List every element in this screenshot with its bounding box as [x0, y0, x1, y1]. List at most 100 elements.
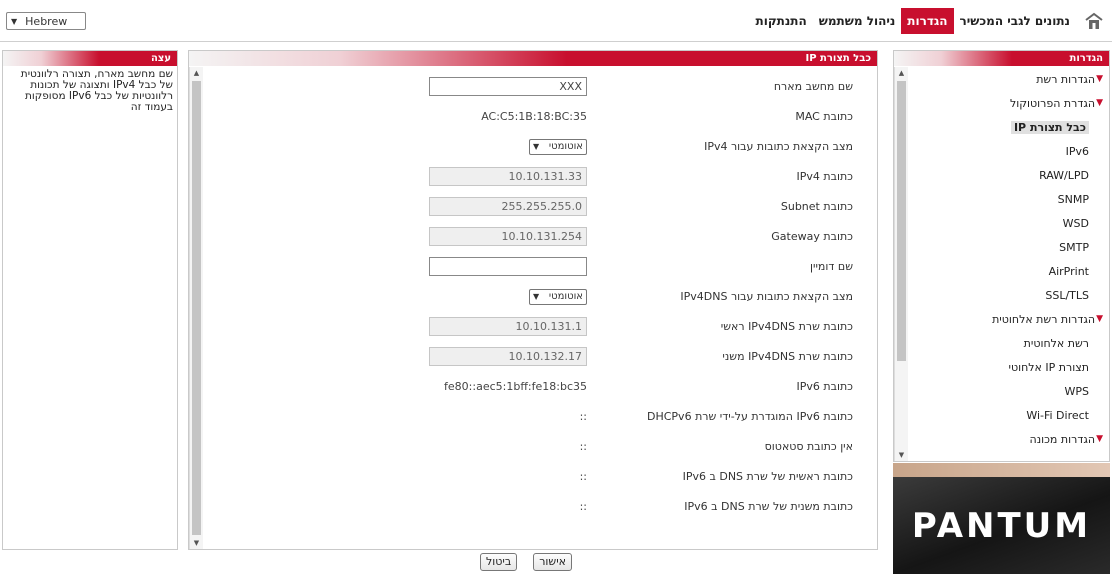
form-row: שם דומיין	[203, 255, 877, 279]
field-label: כתובת ראשית של שרת DNS ב IPv6	[682, 470, 853, 483]
select-value: אוטומטי	[548, 141, 583, 152]
sidebar-item[interactable]: רשת אלחוטית	[912, 331, 1109, 355]
sidebar-item-label: Wi-Fi Direct	[1026, 408, 1089, 422]
field-label: כתובת IPv6 המוגדרת על-ידי שרת DHCPv6	[647, 410, 853, 423]
scrollbar-thumb[interactable]	[897, 81, 906, 361]
chevron-down-icon: ▼	[533, 292, 540, 301]
sidebar-item[interactable]: ▼ הגדרות רשת	[912, 67, 1109, 91]
sidebar-item-label: רשת אלחוטית	[1023, 336, 1089, 350]
field-label: כתובת שרת IPv4DNS ראשי	[720, 320, 853, 333]
readonly-field: 10.10.131.254	[429, 227, 587, 246]
field-label: כתובת IPv6	[796, 380, 853, 393]
sidebar-item[interactable]: Wi-Fi Direct	[912, 403, 1109, 427]
sidebar-item[interactable]: SNMP	[912, 187, 1109, 211]
page-title: כבל תצורת IP	[805, 53, 871, 64]
sidebar-item[interactable]: ▼ הגדרות מכונה	[912, 427, 1109, 451]
field-value: ::	[579, 410, 587, 423]
sidebar-item-label: SMTP	[1059, 240, 1089, 254]
form-row: כתובת Subnet 255.255.255.0	[203, 195, 877, 219]
sidebar-item[interactable]: AirPrint	[912, 259, 1109, 283]
ip-config-panel: כבל תצורת IP ▲ ▼ שם מחשב מארח XXX כתובת MA…	[188, 50, 878, 550]
tab-logout[interactable]: התנתקות	[750, 8, 813, 34]
sidebar-item[interactable]: ▼ הגדרות רשת אלחוטית	[912, 307, 1109, 331]
sidebar-item[interactable]: כבל תצורת IP	[912, 115, 1109, 139]
field-label: שם דומיין	[810, 260, 853, 273]
form-row: כתובת משנית של שרת DNS ב IPv6::	[203, 495, 877, 519]
expand-triangle-icon: ▼	[1096, 314, 1103, 324]
readonly-field: 10.10.131.1	[429, 317, 587, 336]
field-value: fe80::aec5:1bff:fe18:bc35	[444, 380, 587, 393]
language-select[interactable]: ▼ Hebrew	[6, 12, 86, 30]
scroll-up-icon[interactable]: ▲	[190, 67, 203, 79]
chevron-down-icon: ▼	[533, 142, 540, 151]
field-value: ::	[579, 500, 587, 513]
sidebar-item-label: תצורת IP אלחוטי	[1008, 360, 1089, 374]
sidebar-item[interactable]: ▼ הגדרת הפרוטוקול	[912, 91, 1109, 115]
sidebar-list: ▼ הגדרות רשת ▼ הגדרת הפרוטוקול כבל תצורת IP I…	[912, 67, 1109, 461]
brand-logo: PANTUM	[893, 477, 1110, 574]
field-label: מצב הקצאת כתובות עבור IPv4	[704, 140, 853, 153]
tab-device-info[interactable]: נתונים לגבי המכשיר	[954, 8, 1077, 34]
readonly-field: 255.255.255.0	[429, 197, 587, 216]
field-label: כתובת Subnet	[780, 200, 853, 213]
scroll-up-icon[interactable]: ▲	[895, 67, 908, 79]
sidebar-item[interactable]: IPv6	[912, 139, 1109, 163]
form-row: כתובת ראשית של שרת DNS ב IPv6::	[203, 465, 877, 489]
sidebar-item[interactable]: SSL/TLS	[912, 283, 1109, 307]
sidebar-scrollbar[interactable]: ▲ ▼	[894, 67, 908, 461]
tab-user-management[interactable]: ניהול משתמש	[813, 8, 902, 34]
sidebar-item-label: הגדרות רשת אלחוטית	[992, 312, 1096, 326]
ok-button[interactable]: אישור	[533, 553, 573, 571]
sidebar-item[interactable]: WPS	[912, 379, 1109, 403]
form-row: אין כתובת סטאטוס::	[203, 435, 877, 459]
sidebar-item-label: AirPrint	[1048, 264, 1089, 278]
tip-header: עצה	[3, 51, 177, 66]
home-icon[interactable]	[1082, 8, 1106, 34]
form-row: כתובת Gateway 10.10.131.254	[203, 225, 877, 249]
field-label: כתובת שרת IPv4DNS משני	[722, 350, 853, 363]
scrollbar-thumb[interactable]	[192, 81, 201, 535]
sidebar-item[interactable]: WSD	[912, 211, 1109, 235]
sidebar-item-label: הגדרות רשת	[1036, 72, 1096, 86]
field-label: מצב הקצאת כתובות עבור IPv4DNS	[680, 290, 853, 303]
sidebar-item[interactable]: תצורת IP אלחוטי	[912, 355, 1109, 379]
sidebar-item[interactable]: SMTP	[912, 235, 1109, 259]
field-value: ::	[579, 440, 587, 453]
readonly-field: 10.10.132.17	[429, 347, 587, 366]
sidebar-item-label: SNMP	[1057, 192, 1089, 206]
tip-text: שם מחשב מארח, תצורה רלוונטית של כבל IPv4…	[20, 68, 173, 113]
sidebar-item[interactable]: RAW/LPD	[912, 163, 1109, 187]
select-value: אוטומטי	[548, 291, 583, 302]
top-divider	[0, 41, 1112, 42]
sidebar-item-label: הגדרת הפרוטוקול	[1009, 96, 1096, 110]
scroll-down-icon[interactable]: ▼	[190, 537, 203, 549]
expand-triangle-icon: ▼	[1096, 74, 1103, 84]
form-row: מצב הקצאת כתובות עבור IPv4 ▼ אוטומטי	[203, 135, 877, 159]
mode-select[interactable]: ▼ אוטומטי	[529, 139, 587, 155]
sidebar-item-label: IPv6	[1065, 144, 1089, 158]
text-input[interactable]: XXX	[429, 77, 587, 96]
main-nav: נתונים לגבי המכשיר הגדרות ניהול משתמש הת…	[750, 8, 1106, 34]
language-select-value: Hebrew	[25, 14, 68, 28]
top-bar: ▼ Hebrew נתונים לגבי המכשיר הגדרות ניהול…	[0, 0, 1112, 42]
sidebar-item-label: SSL/TLS	[1045, 288, 1089, 302]
text-input[interactable]	[429, 257, 587, 276]
expand-triangle-icon: ▼	[1096, 434, 1103, 444]
main-scrollbar[interactable]: ▲ ▼	[189, 67, 203, 549]
sidebar-item-label: WSD	[1062, 216, 1089, 230]
form-row: כתובת שרת IPv4DNS משני 10.10.132.17	[203, 345, 877, 369]
form-row: כתובת IPv6 fe80::aec5:1bff:fe18:bc35	[203, 375, 877, 399]
tip-panel: עצה שם מחשב מארח, תצורה רלוונטית של כבל …	[2, 50, 178, 550]
chevron-down-icon: ▼	[11, 16, 18, 26]
main-header: כבל תצורת IP	[189, 51, 877, 66]
header-gradient	[189, 51, 568, 66]
form-row: כתובת MAC AC:C5:1B:18:BC:35	[203, 105, 877, 129]
mode-select[interactable]: ▼ אוטומטי	[529, 289, 587, 305]
field-label: כתובת IPv4	[796, 170, 853, 183]
expand-triangle-icon: ▼	[1096, 98, 1103, 108]
sidebar-item-label: WPS	[1064, 384, 1090, 398]
form-row: כתובת IPv4 10.10.131.33	[203, 165, 877, 189]
scroll-down-icon[interactable]: ▼	[895, 449, 908, 461]
tab-settings[interactable]: הגדרות	[901, 8, 954, 34]
cancel-button[interactable]: ביטול	[480, 553, 518, 571]
